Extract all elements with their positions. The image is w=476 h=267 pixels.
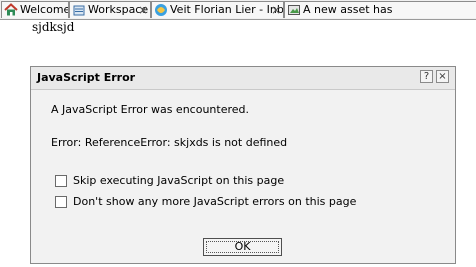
dialog-title: JavaScript Error [37,71,136,84]
tab-label: Welcome [20,3,69,16]
tab-label: Veit Florian Lier - Inbox [170,3,284,16]
dont-show-errors-checkbox[interactable] [55,196,67,208]
tab-label: A new asset has [303,3,393,16]
workspace-icon [73,5,85,16]
close-icon[interactable]: × [271,2,281,18]
skip-javascript-checkbox[interactable] [55,175,67,187]
checkbox-label: Skip executing JavaScript on this page [73,174,285,187]
tab-bar: Welcome Workspace × Veit Florian Lier - … [0,0,476,20]
close-button[interactable]: × [436,70,449,83]
tab-workspace[interactable]: Workspace × [69,1,151,18]
javascript-error-dialog: JavaScript Error ? × A JavaScript Error … [30,66,456,264]
inbox-icon [155,4,167,16]
page-text: sjdksjd [32,20,75,34]
focus-ring [206,241,279,253]
tab-inbox[interactable]: Veit Florian Lier - Inbox × [151,1,284,18]
close-icon[interactable]: × [138,2,148,18]
home-icon [4,3,18,16]
error-message: A JavaScript Error was encountered. [51,103,249,116]
dialog-titlebar[interactable]: JavaScript Error ? × [31,67,455,90]
tab-asset[interactable]: A new asset has [284,1,476,18]
error-detail: Error: ReferenceError: skjxds is not def… [51,136,288,149]
help-button[interactable]: ? [420,70,433,83]
tab-welcome[interactable]: Welcome [1,1,69,18]
asset-icon [288,5,300,15]
checkbox-label: Don't show any more JavaScript errors on… [73,195,357,208]
ok-button[interactable]: OK [203,238,282,256]
